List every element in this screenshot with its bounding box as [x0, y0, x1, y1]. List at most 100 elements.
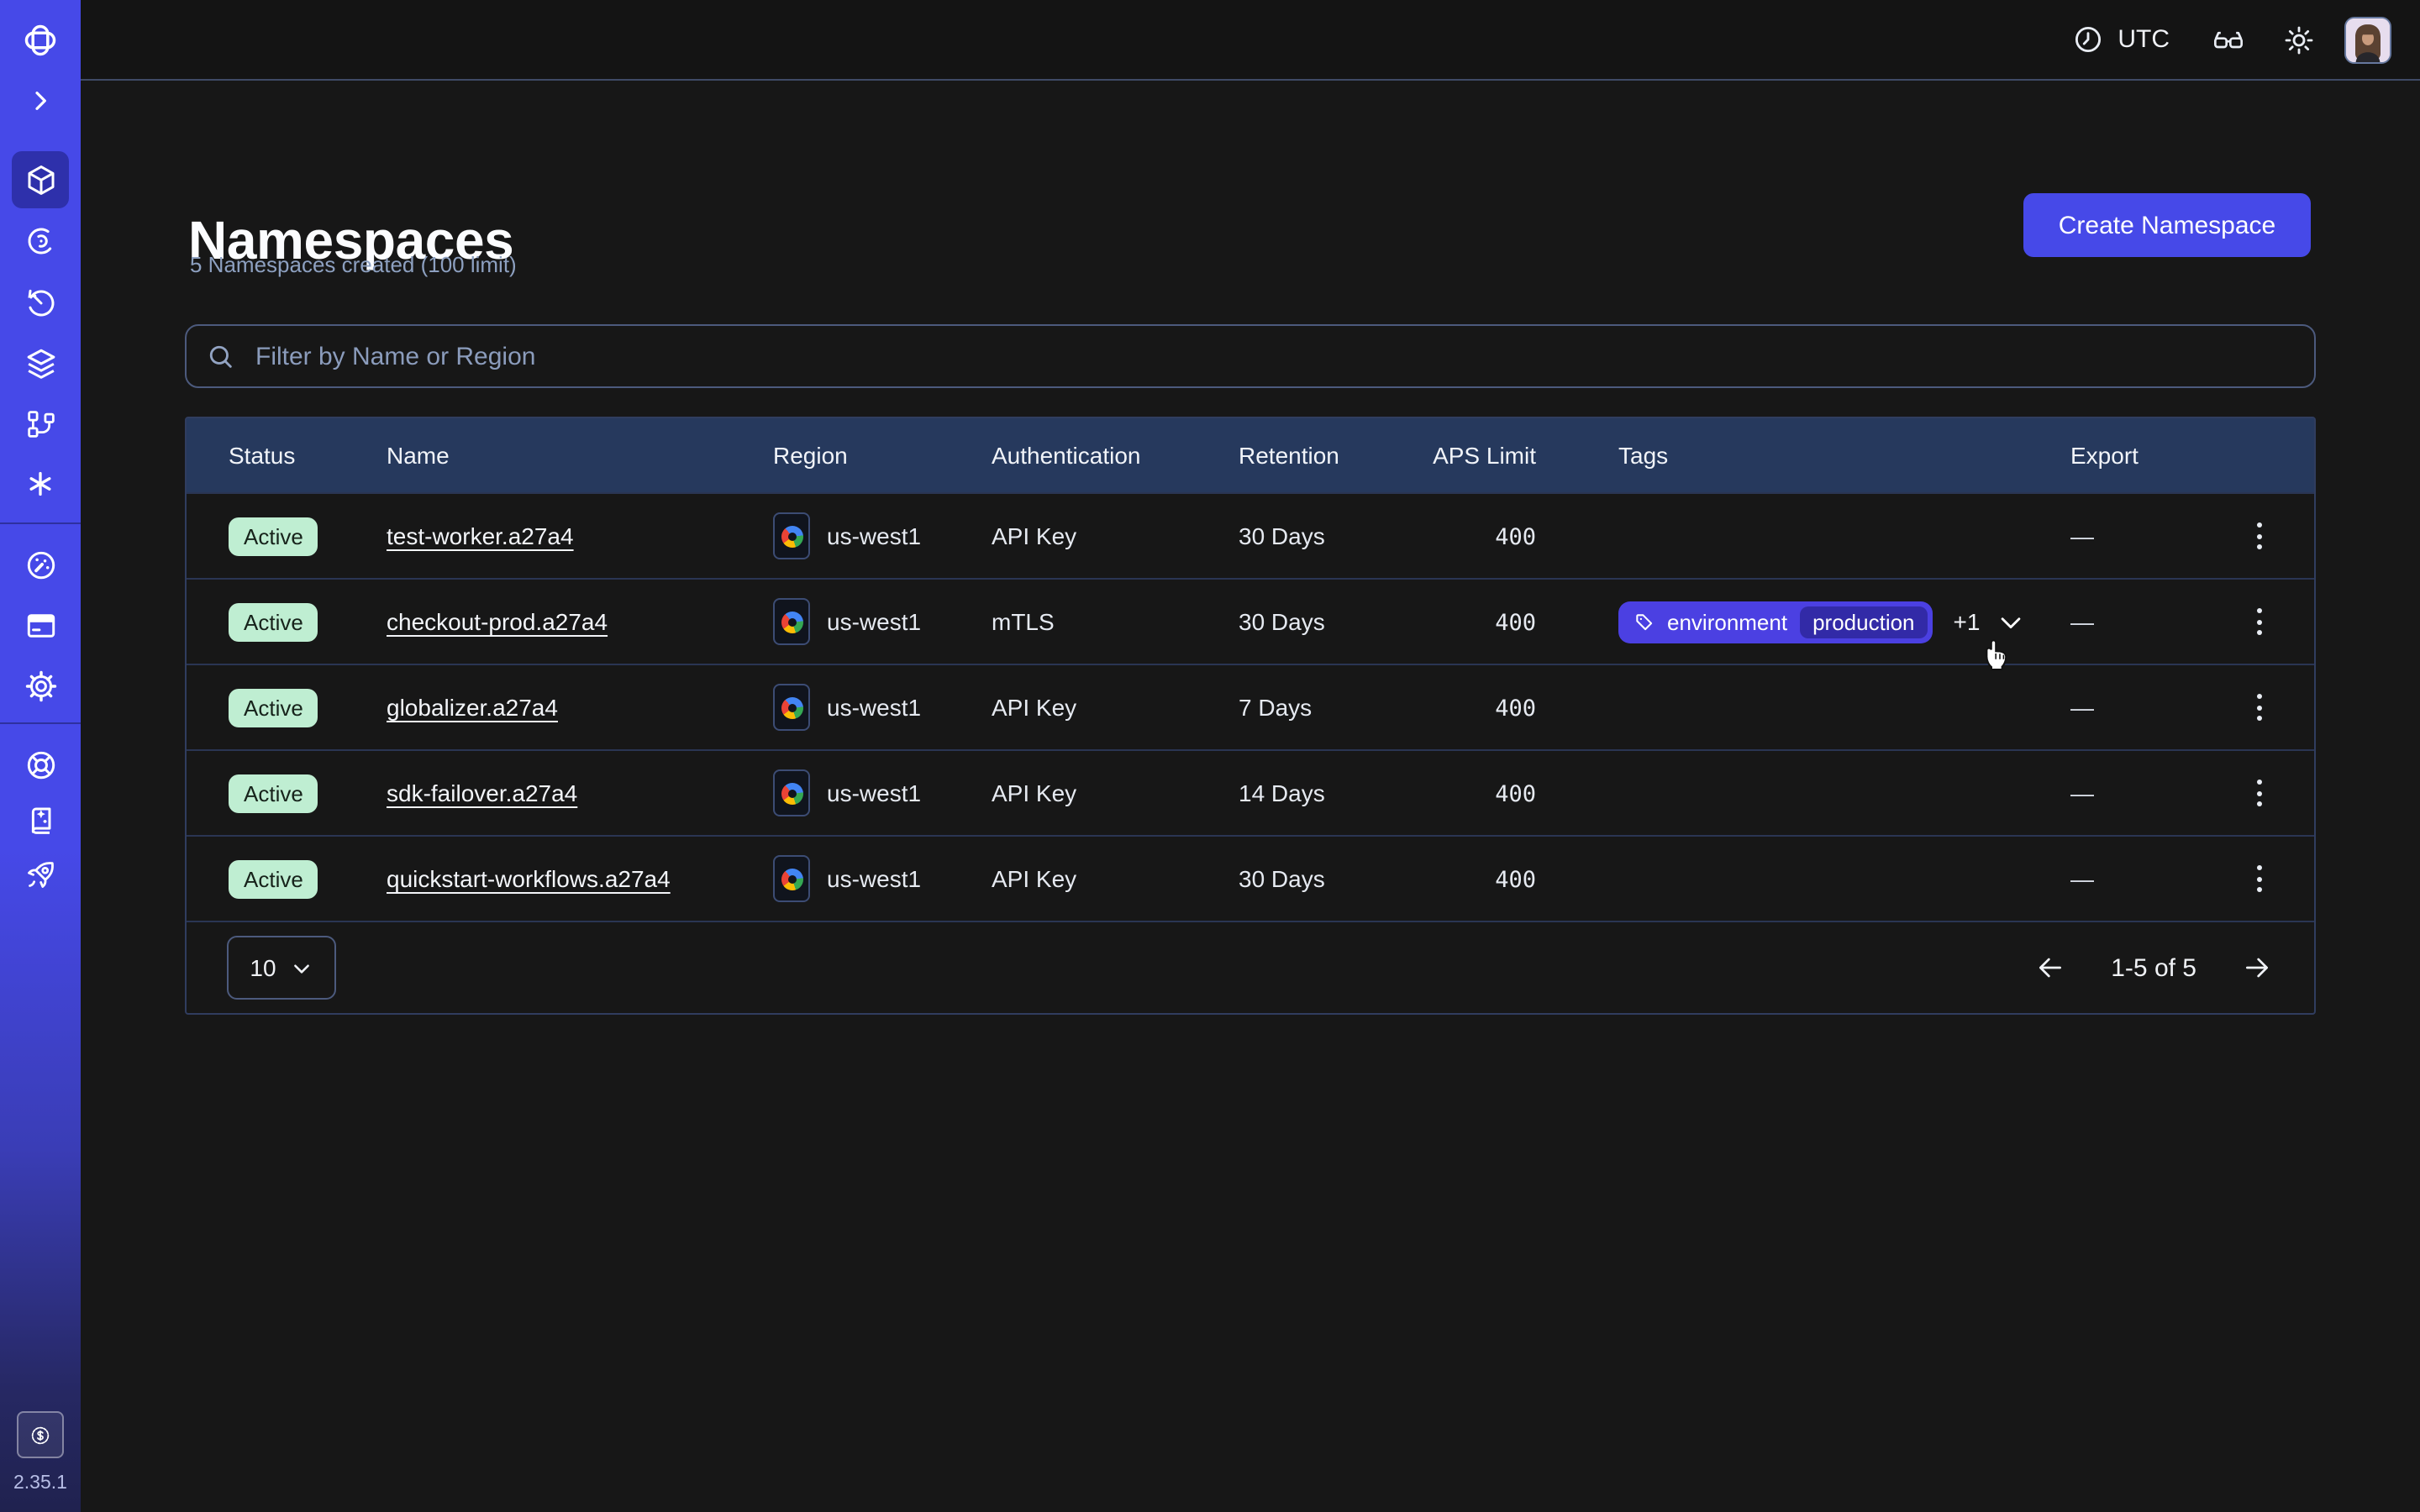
- sidebar-item-usage[interactable]: [0, 536, 81, 593]
- retention-value: 30 Days: [1239, 608, 1428, 635]
- app-version: 2.35.1: [0, 1473, 81, 1494]
- create-namespace-button[interactable]: Create Namespace: [2023, 193, 2311, 257]
- gcp-region-icon: [773, 684, 810, 731]
- row-menu-button[interactable]: [2247, 769, 2272, 816]
- namespace-link[interactable]: globalizer.a27a4: [387, 694, 558, 721]
- table-row: Active checkout-prod.a27a4 us-west1 mTLS…: [187, 578, 2314, 664]
- export-value: —: [2070, 694, 2094, 721]
- page-size-select[interactable]: 10: [227, 936, 336, 1000]
- page-subtitle: 5 Namespaces created (100 limit): [190, 252, 517, 277]
- auth-method: API Key: [992, 780, 1239, 806]
- book-icon: [23, 802, 58, 837]
- previous-page-button[interactable]: [2033, 951, 2067, 984]
- status-badge: Active: [229, 602, 318, 641]
- filter-input[interactable]: [252, 340, 2294, 372]
- auth-method: API Key: [992, 522, 1239, 549]
- arrow-right-icon: [2240, 951, 2274, 984]
- auth-method: API Key: [992, 865, 1239, 892]
- timezone-selector[interactable]: UTC: [2072, 24, 2170, 55]
- clock-icon: [2072, 24, 2104, 55]
- rocket-icon: [23, 856, 58, 891]
- column-header-tags: Tags: [1618, 442, 2070, 469]
- export-value: —: [2070, 522, 2094, 549]
- timezone-label: UTC: [2118, 25, 2170, 54]
- page-range-label: 1-5 of 5: [2111, 953, 2196, 982]
- sidebar-item-namespaces[interactable]: [0, 151, 81, 208]
- sidebar-item-settings[interactable]: [0, 657, 81, 714]
- avatar[interactable]: [2344, 16, 2391, 63]
- temporal-logo: [0, 12, 81, 69]
- pagination-bar: 10 1-5 of 5: [187, 921, 2314, 1013]
- labs-mode-button[interactable]: [2212, 23, 2245, 56]
- sidebar-item-docs[interactable]: [0, 791, 81, 848]
- timer-icon: [23, 285, 58, 320]
- sidebar-item-batch[interactable]: [0, 455, 81, 512]
- tag-chip[interactable]: environment production: [1618, 601, 1933, 643]
- sidebar-item-nexus[interactable]: [0, 334, 81, 391]
- status-badge: Active: [229, 688, 318, 727]
- row-menu-button[interactable]: [2247, 684, 2272, 731]
- retention-value: 14 Days: [1239, 780, 1428, 806]
- row-menu-button[interactable]: [2247, 855, 2272, 902]
- status-badge: Active: [229, 774, 318, 812]
- tag-value: production: [1799, 606, 1928, 638]
- column-header-export: Export: [2070, 442, 2205, 469]
- retention-value: 7 Days: [1239, 694, 1428, 721]
- sidebar-divider: [0, 722, 81, 724]
- asterisk-icon: [24, 467, 57, 501]
- region-label: us-west1: [827, 865, 921, 892]
- theme-toggle-button[interactable]: [2282, 23, 2316, 56]
- table-row: Active test-worker.a27a4 us-west1 API Ke…: [187, 492, 2314, 578]
- sidebar-expand-button[interactable]: [0, 72, 81, 129]
- sidebar-item-support[interactable]: [0, 736, 81, 793]
- sidebar-item-billing[interactable]: [0, 596, 81, 654]
- namespace-link[interactable]: checkout-prod.a27a4: [387, 608, 608, 635]
- table-row: Active sdk-failover.a27a4 us-west1 API K…: [187, 749, 2314, 835]
- namespace-link[interactable]: test-worker.a27a4: [387, 522, 574, 549]
- search-icon: [207, 342, 235, 370]
- auth-method: mTLS: [992, 608, 1239, 635]
- sidebar-item-schedules[interactable]: [0, 274, 81, 331]
- column-header-aps-limit: APS Limit: [1428, 442, 1618, 469]
- gear-icon: [23, 668, 58, 703]
- credits-button[interactable]: [17, 1411, 64, 1458]
- aps-limit-value: 400: [1495, 780, 1536, 807]
- layers-icon: [23, 345, 58, 381]
- next-page-button[interactable]: [2240, 951, 2274, 984]
- sidebar-item-workflows[interactable]: [0, 212, 81, 269]
- status-badge: Active: [229, 859, 318, 898]
- export-value: —: [2070, 780, 2094, 806]
- workflows-swirl-icon: [23, 223, 58, 258]
- gauge-icon: [23, 547, 58, 582]
- filter-bar: [185, 324, 2316, 388]
- gcp-region-icon: [773, 855, 810, 902]
- sidebar-item-getting-started[interactable]: [0, 845, 81, 902]
- namespace-link[interactable]: sdk-failover.a27a4: [387, 780, 577, 806]
- sun-icon: [2282, 23, 2316, 56]
- region-label: us-west1: [827, 608, 921, 635]
- status-badge: Active: [229, 517, 318, 555]
- row-menu-button[interactable]: [2247, 598, 2272, 645]
- topbar: UTC: [81, 0, 2420, 81]
- cube-icon: [23, 162, 58, 197]
- auth-method: API Key: [992, 694, 1239, 721]
- row-menu-button[interactable]: [2247, 512, 2272, 559]
- sidebar: 2.35.1: [0, 0, 81, 1512]
- sidebar-item-deployments[interactable]: [0, 395, 81, 452]
- tags-expand-button[interactable]: [1996, 607, 2025, 636]
- sidebar-divider: [0, 522, 81, 524]
- tag-key: environment: [1667, 609, 1787, 634]
- retention-value: 30 Days: [1239, 522, 1428, 549]
- region-label: us-west1: [827, 780, 921, 806]
- namespaces-table: Status Name Region Authentication Retent…: [185, 417, 2316, 1015]
- page-size-value: 10: [250, 954, 276, 981]
- retention-value: 30 Days: [1239, 865, 1428, 892]
- table-header: Status Name Region Authentication Retent…: [187, 418, 2314, 492]
- chevron-down-icon: [1996, 607, 2025, 636]
- avatar-portrait: [2346, 18, 2390, 61]
- column-header-name: Name: [387, 442, 773, 469]
- namespace-link[interactable]: quickstart-workflows.a27a4: [387, 865, 671, 892]
- region-label: us-west1: [827, 694, 921, 721]
- badge-dollar-icon: [29, 1419, 52, 1451]
- gcp-region-icon: [773, 512, 810, 559]
